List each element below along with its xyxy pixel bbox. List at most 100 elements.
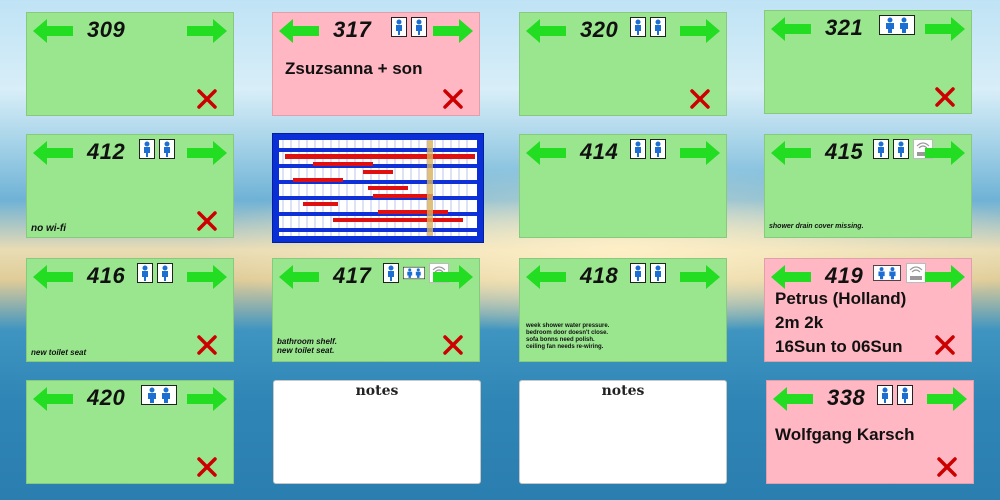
room-card-415[interactable]: 415 shower drain cover missing. [764, 134, 972, 238]
notes-panel[interactable]: notes [273, 380, 481, 484]
close-icon[interactable] [197, 211, 217, 231]
arrow-right-icon[interactable] [187, 265, 227, 289]
close-icon[interactable] [197, 335, 217, 355]
close-icon[interactable] [197, 89, 217, 109]
arrow-left-icon[interactable] [279, 265, 319, 289]
arrow-right-icon[interactable] [433, 265, 473, 289]
occupant-icons [873, 263, 927, 283]
person-icon [630, 263, 646, 283]
close-icon[interactable] [690, 89, 710, 109]
room-note: new toilet seat [31, 348, 87, 357]
arrow-left-icon[interactable] [33, 387, 73, 411]
room-card-320[interactable]: 320 [519, 12, 727, 116]
guest-details: Petrus (Holland) 2m 2k 16Sun to 06Sun [775, 287, 906, 359]
arrow-right-icon[interactable] [925, 265, 965, 289]
room-card-419[interactable]: 419 Petrus (Holland) 2m 2k 16Sun to 06Su… [764, 258, 972, 362]
person-icon [139, 139, 155, 159]
note-line: week shower water pressure. [526, 323, 610, 329]
arrow-right-icon[interactable] [925, 17, 965, 41]
room-note: no wi-fi [31, 223, 66, 234]
room-number: 419 [825, 263, 864, 288]
room-number: 317 [333, 17, 372, 42]
person-icon [630, 139, 646, 159]
person-icon [137, 263, 153, 283]
arrow-right-icon[interactable] [925, 141, 965, 165]
wifi-router-icon [905, 263, 927, 283]
person-icon [897, 385, 913, 405]
arrow-left-icon[interactable] [33, 265, 73, 289]
occupant-icons [877, 385, 913, 405]
arrow-left-icon[interactable] [33, 141, 73, 165]
person-icon [411, 17, 427, 37]
room-card-317[interactable]: 317 Zsuzsanna + son [272, 12, 480, 116]
occupant-icons [879, 15, 915, 35]
person-icon [650, 139, 666, 159]
arrow-left-icon[interactable] [771, 17, 811, 41]
room-card-412[interactable]: 412 no wi-fi [26, 134, 234, 238]
notes-title: notes [355, 383, 399, 399]
room-number: 417 [333, 263, 372, 288]
person-icon [391, 17, 407, 37]
occupant-icons [139, 139, 175, 159]
arrow-left-icon[interactable] [771, 141, 811, 165]
arrow-left-icon[interactable] [33, 19, 73, 43]
person-icon [630, 17, 646, 37]
note-line: ceiling fan needs re-wiring. [526, 344, 604, 350]
booking-calendar-grid [279, 140, 477, 236]
room-number: 415 [825, 139, 864, 164]
close-icon[interactable] [935, 335, 955, 355]
occupant-icons [630, 17, 666, 37]
room-card-418[interactable]: 418 week shower water pressure. bedroom … [519, 258, 727, 362]
guest-occupancy: 2m 2k [775, 313, 824, 332]
booking-calendar[interactable] [272, 133, 484, 243]
close-icon[interactable] [197, 457, 217, 477]
person-icon [159, 139, 175, 159]
guest-name: Petrus (Holland) [775, 289, 907, 308]
arrow-left-icon[interactable] [526, 141, 566, 165]
arrow-left-icon[interactable] [773, 387, 813, 411]
arrow-left-icon[interactable] [279, 19, 319, 43]
arrow-left-icon[interactable] [526, 19, 566, 43]
room-card-309[interactable]: 309 [26, 12, 234, 116]
room-card-416[interactable]: 416 new toilet seat [26, 258, 234, 362]
arrow-left-icon[interactable] [771, 265, 811, 289]
arrow-left-icon[interactable] [526, 265, 566, 289]
arrow-right-icon[interactable] [433, 19, 473, 43]
guest-name: Wolfgang Karsch [775, 425, 915, 444]
close-icon[interactable] [443, 335, 463, 355]
person-icon [157, 263, 173, 283]
room-card-417[interactable]: 417 bathroom shelf. new toilet seat. [272, 258, 480, 362]
occupant-icons [630, 263, 666, 283]
close-icon[interactable] [443, 89, 463, 109]
person-icon [383, 263, 399, 283]
arrow-right-icon[interactable] [680, 19, 720, 43]
arrow-right-icon[interactable] [187, 387, 227, 411]
arrow-right-icon[interactable] [187, 19, 227, 43]
arrow-right-icon[interactable] [680, 141, 720, 165]
person-icon [877, 385, 893, 405]
room-card-338[interactable]: 338 Wolfgang Karsch [766, 380, 974, 484]
close-icon[interactable] [935, 87, 955, 107]
occupant-icons [137, 263, 173, 283]
room-card-414[interactable]: 414 [519, 134, 727, 238]
room-number: 414 [580, 139, 619, 164]
room-note: shower drain cover missing. [769, 223, 864, 230]
close-icon[interactable] [937, 457, 957, 477]
room-number: 416 [87, 263, 126, 288]
room-card-420[interactable]: 420 [26, 380, 234, 484]
guest-name: Zsuzsanna + son [285, 59, 423, 78]
room-number: 412 [87, 139, 126, 164]
room-number: 418 [580, 263, 619, 288]
room-number: 320 [580, 17, 619, 42]
notes-panel[interactable]: notes [519, 380, 727, 484]
arrow-right-icon[interactable] [187, 141, 227, 165]
occupant-icons [141, 385, 177, 405]
room-card-321[interactable]: 321 [764, 10, 972, 114]
two-persons-icon [879, 15, 915, 35]
arrow-right-icon[interactable] [927, 387, 967, 411]
room-number: 420 [87, 385, 126, 410]
room-number: 321 [825, 15, 864, 40]
occupant-icons [391, 17, 427, 37]
notes-title: notes [601, 383, 645, 399]
arrow-right-icon[interactable] [680, 265, 720, 289]
